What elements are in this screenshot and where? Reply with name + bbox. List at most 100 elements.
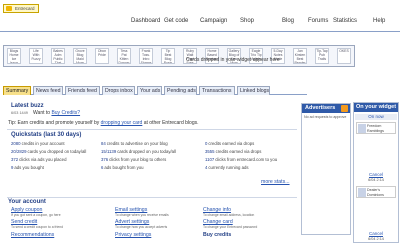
nav-statistics[interactable]: Statistics [333, 18, 357, 24]
account-option-desc: To change email address, location [203, 213, 255, 217]
stat-value: 1107 [205, 157, 215, 162]
account-option: Email settings To change when you receiv… [115, 207, 207, 217]
top-navigation: Dashboard Get code Campaign Shop Blog Fo… [128, 18, 396, 26]
more-stats-link[interactable]: more stats... [261, 179, 290, 185]
tab-pending-ads[interactable]: Pending ads [164, 86, 197, 95]
buzz-text-prefix: Want to [33, 110, 51, 116]
dashboard-tabs: Summary News feed Friends feed Drops inb… [3, 86, 307, 95]
cancel-link[interactable]: Cancel [354, 231, 398, 236]
buzz-text: Want to Buy Credits? [33, 110, 80, 116]
cancel-link[interactable]: Cancel [354, 172, 398, 177]
advertisers-message: No ad requests to approve [304, 115, 347, 119]
recommendations-link[interactable]: Recommendations [11, 232, 103, 238]
stat-label: clicks from entrecard.com to you [215, 157, 278, 162]
account-option-desc: To change your Entrecard password [203, 225, 258, 229]
tab-summary[interactable]: Summary [3, 86, 31, 95]
tab-news-feed[interactable]: News feed [33, 86, 63, 95]
account-option: Apply coupon If you got sent a coupon, g… [11, 207, 103, 217]
tab-your-ads[interactable]: Your ads [137, 86, 162, 95]
card-thumb[interactable]: Jan Kirsten Best Reader [293, 48, 307, 64]
buy-credits-heading[interactable]: Buy credits [203, 232, 295, 238]
account-option-desc: To send a credit coupon to a friend [11, 225, 64, 229]
on-now-label: On now [355, 114, 397, 120]
stat-label: credits in your account [21, 141, 65, 146]
stat-item: 15/1139cards dropped on you today/all [101, 149, 176, 154]
your-account-title: Your account [8, 199, 46, 205]
card-thumbnail [358, 124, 366, 133]
stat-value: 2080 [11, 141, 21, 146]
stat-label: credits to advertise on your blog [106, 141, 168, 146]
stat-item: 2080credits in your account [11, 141, 65, 146]
nav-forums[interactable]: Forums [308, 18, 328, 24]
stat-value: 20/2829 [11, 149, 27, 154]
stat-item: 84credits to advertise on your blog [101, 141, 168, 146]
buzz-tip: Tip: Earn credits and promote yourself b… [8, 120, 199, 126]
card-thumb[interactable]: Tip Best Blog Posts [161, 48, 175, 64]
account-option: Buy credits [203, 232, 295, 238]
tab-transactions[interactable]: Transactions [199, 86, 235, 95]
account-option: Change card To change your Entrecard pas… [203, 219, 295, 229]
account-option: Advert settings To change how you accept… [115, 219, 207, 229]
stat-item: 6ads bought from you [101, 165, 144, 170]
card-thumb[interactable]: Grove Blog Maid More [73, 48, 87, 64]
tip-suffix: at other Entrecard blogs. [143, 120, 199, 126]
stat-item: 0credits earned via drops [205, 141, 254, 146]
on-your-widget-box: On your widget On now Freedom Ramblings … [353, 102, 399, 243]
tip-prefix: Tip: Earn credits and promote yourself b… [8, 120, 100, 126]
widget-card-next[interactable]: Dealer's Dominions [356, 186, 396, 198]
account-option: Send credit To send a credit coupon to a… [11, 219, 103, 229]
stat-item: 4currently running ads [205, 165, 249, 170]
section-divider [7, 129, 297, 130]
stat-label: ads you bought [14, 165, 44, 170]
stat-label: ads bought from you [104, 165, 144, 170]
stat-label: clicks via ads you placed [19, 157, 67, 162]
card-thumb[interactable]: OKES [337, 48, 351, 64]
nav-shop[interactable]: Shop [240, 18, 254, 24]
card-thumb[interactable]: Tip-Tap Pub Trails [315, 48, 329, 64]
stat-label: credits earned via drops [208, 141, 255, 146]
account-option-desc: To change when you receive emails [115, 213, 169, 217]
advertisers-box: Advertisers No ad requests to approve [301, 103, 351, 235]
card-thumb[interactable]: Tess Pat Kitten Dancer [117, 48, 131, 64]
logo-text: Entrecard [15, 6, 35, 11]
account-option-desc: To change how you accept adverts [115, 225, 168, 229]
stat-item: 372clicks via ads you placed [11, 157, 66, 162]
nav-dashboard[interactable]: Dashboard [131, 18, 160, 24]
entrecard-logo[interactable]: Entrecard [3, 4, 39, 13]
tab-linked-blogs[interactable]: Linked blogs [237, 86, 270, 95]
strip-caption: Cards dropped in your widget appear here [186, 57, 280, 63]
tab-drops-inbox[interactable]: Drops inbox [102, 86, 135, 95]
nav-campaign[interactable]: Campaign [200, 18, 227, 24]
account-option: Change info To change email address, loc… [203, 207, 295, 217]
tab-friends-feed[interactable]: Friends feed [65, 86, 100, 95]
card-thumb[interactable]: Obon Pride [95, 48, 109, 64]
stat-value: 3555 [205, 149, 215, 154]
buzz-date: 6/03 1449 [11, 111, 28, 115]
account-option: Privacy settings [115, 232, 207, 238]
stat-label: clicks from your blog to others [109, 157, 167, 162]
card-thumb[interactable]: Blogs Home Ice Issue [7, 48, 21, 64]
card-thumb[interactable]: Frank Toss. Intro Shame [139, 48, 153, 64]
stat-label: cards you dropped on today/all [27, 149, 87, 154]
dropping-card-link[interactable]: dropping your card [101, 120, 143, 126]
nav-get-code[interactable]: Get code [164, 18, 188, 24]
widget-card-current[interactable]: Freedom Ramblings [356, 122, 396, 134]
stat-value: 15/1139 [101, 149, 117, 154]
stat-label: credits earned via drops [215, 149, 262, 154]
card-thumb[interactable]: Life With Fuzzy [29, 48, 43, 64]
summary-panel: Latest buzz 6/03 1449 Want to Buy Credit… [3, 99, 346, 243]
nav-help[interactable]: Help [373, 18, 385, 24]
privacy-settings-link[interactable]: Privacy settings [115, 232, 207, 238]
section-divider [7, 197, 297, 198]
widget-date: 6/04 2:14 [368, 237, 384, 241]
buy-credits-link[interactable]: Buy Credits? [51, 110, 80, 116]
quickstats-title: Quickstats (last 30 days) [11, 132, 82, 138]
rss-icon[interactable] [341, 105, 348, 112]
account-option: Recommendations [11, 232, 103, 238]
card-thumb[interactable]: Babes Adm Public Thai [51, 48, 65, 64]
nav-blog[interactable]: Blog [282, 18, 294, 24]
stat-value: 84 [101, 141, 106, 146]
latest-buzz-title: Latest buzz [11, 103, 44, 109]
entrecard-logo-icon [6, 6, 12, 11]
widget-title: On your widget [354, 103, 398, 112]
